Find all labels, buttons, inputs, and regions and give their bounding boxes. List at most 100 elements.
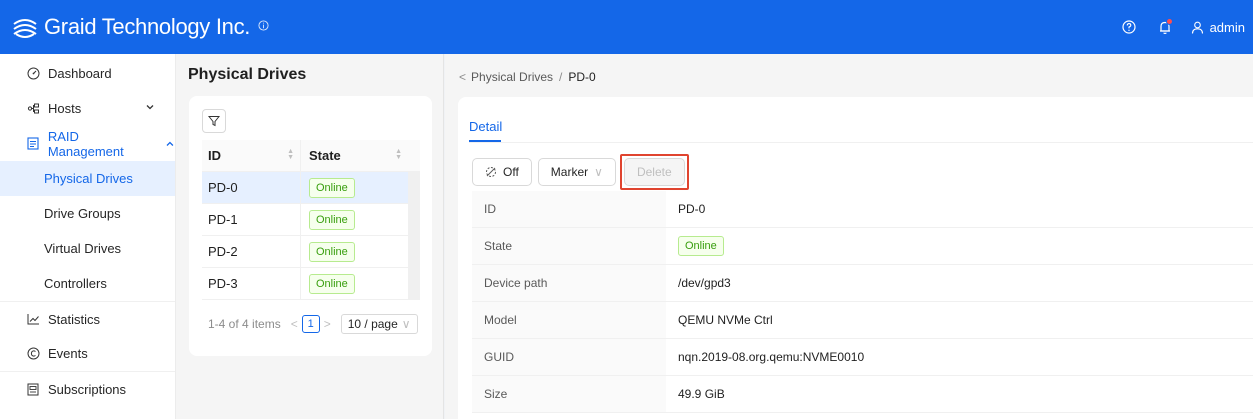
notification-dot <box>1165 18 1173 25</box>
detail-label: Size <box>472 376 666 412</box>
sidebar-item-label: Statistics <box>48 311 101 327</box>
detail-row: Device path /dev/gpd3 <box>472 265 1253 302</box>
status-badge: Online <box>309 177 355 198</box>
detail-value: QEMU NVMe Ctrl <box>678 313 773 327</box>
cell-id: PD-2 <box>208 244 238 259</box>
cell-state: Online <box>300 268 408 299</box>
sidebar-item-raid-management[interactable]: RAID Management <box>0 126 175 161</box>
brand[interactable]: Graid Technology Inc. <box>0 12 269 42</box>
cell-state: Online <box>300 236 408 267</box>
breadcrumb-separator: / <box>559 70 563 84</box>
cell-id: PD-1 <box>208 212 238 227</box>
detail-row: GUID nqn.2019-08.org.qemu:NVME0010 <box>472 339 1253 376</box>
detail-label: GUID <box>472 339 666 375</box>
delete-button[interactable]: Delete <box>623 158 685 186</box>
status-badge: Online <box>309 241 355 262</box>
detail-row: Size 49.9 GiB <box>472 376 1253 413</box>
chevron-down-icon: ∨ <box>594 165 603 179</box>
page-number[interactable]: 1 <box>301 315 320 333</box>
sidebar-item-label: Hosts <box>48 101 82 116</box>
back-icon[interactable]: < <box>459 70 466 84</box>
sidebar-item-label: RAID Management <box>47 128 124 159</box>
cell-state: Online <box>300 204 408 235</box>
raid-icon <box>26 137 40 151</box>
table-row[interactable]: PD-0 Online <box>202 172 420 204</box>
sidebar-item-events[interactable]: Events <box>0 336 175 371</box>
breadcrumb-parent[interactable]: Physical Drives <box>471 70 553 84</box>
detail-row: Model QEMU NVMe Ctrl <box>472 302 1253 339</box>
delete-highlight-box: Delete <box>619 154 689 190</box>
sidebar-item-subscriptions[interactable]: Subscriptions <box>0 371 175 406</box>
sidebar-item-controllers[interactable]: Controllers <box>0 266 175 301</box>
drive-table: ID ▲ ▼ State ▲ ▼ PD-0 Online PD-1 Online P… <box>202 140 420 300</box>
detail-value: PD-0 <box>678 202 706 216</box>
info-icon[interactable] <box>258 20 269 34</box>
table-row[interactable]: PD-1 Online <box>202 204 420 236</box>
chevron-up-icon <box>166 141 174 146</box>
detail-value: 49.9 GiB <box>678 387 725 401</box>
drive-list-card: ID ▲ ▼ State ▲ ▼ PD-0 Online PD-1 Online P… <box>189 96 432 356</box>
button-label: Marker <box>550 165 589 179</box>
filter-icon <box>208 116 220 127</box>
logo-icon <box>13 19 37 38</box>
detail-label: Device path <box>472 265 666 301</box>
bell-icon[interactable] <box>1157 18 1173 35</box>
page-title: Physical Drives <box>188 66 307 83</box>
led-off-button[interactable]: Off <box>472 158 532 186</box>
pagination-summary: 1-4 of 4 items <box>208 317 281 331</box>
detail-label: Model <box>472 302 666 338</box>
events-icon <box>26 347 40 361</box>
chart-icon <box>26 312 40 326</box>
sidebar-item-statistics[interactable]: Statistics <box>0 301 175 336</box>
sidebar-item-label: Virtual Drives <box>44 241 122 256</box>
chevron-down-icon: ∨ <box>401 317 411 331</box>
marker-dropdown[interactable]: Marker ∨ <box>537 158 616 186</box>
button-label: Delete <box>636 165 672 179</box>
sidebar-item-drive-groups[interactable]: Drive Groups <box>0 196 175 231</box>
detail-descriptions: ID PD-0 State Online Device path /dev/gp… <box>472 191 1253 413</box>
sidebar-item-label: Controllers <box>44 276 107 291</box>
status-badge: Online <box>309 273 355 294</box>
next-page-icon[interactable]: > <box>324 317 331 331</box>
brand-name: Graid Technology Inc. <box>44 14 251 39</box>
dashboard-icon <box>26 67 40 81</box>
sidebar-item-label: Events <box>48 346 88 361</box>
table-row[interactable]: PD-2 Online <box>202 236 420 268</box>
sidebar-item-virtual-drives[interactable]: Virtual Drives <box>0 231 175 266</box>
sort-icon[interactable]: ▲ ▼ <box>395 148 402 161</box>
table-scrollbar[interactable] <box>408 172 420 300</box>
tabs-divider <box>469 142 1253 143</box>
table-row[interactable]: PD-3 Online <box>202 268 420 300</box>
detail-card: Detail Off Marker ∨ Delete ID PD-0 State… <box>458 97 1253 419</box>
table-header: ID ▲ ▼ State ▲ ▼ <box>202 140 420 172</box>
user-icon <box>1191 21 1203 34</box>
column-header-id[interactable]: ID ▲ ▼ <box>202 140 300 171</box>
help-icon[interactable] <box>1121 19 1137 35</box>
detail-value: nqn.2019-08.org.qemu:NVME0010 <box>678 350 865 364</box>
detail-label: ID <box>472 191 666 227</box>
filter-button[interactable] <box>202 109 226 133</box>
user-name: admin <box>1209 19 1245 35</box>
status-badge: Online <box>678 236 724 256</box>
sort-icon[interactable]: ▲ ▼ <box>287 148 294 161</box>
hosts-icon <box>26 102 40 116</box>
column-header-state[interactable]: State ▲ ▼ <box>300 140 408 171</box>
sidebar-item-dashboard[interactable]: Dashboard <box>0 56 175 91</box>
sidebar: Dashboard Hosts RAID Management Physical… <box>0 54 176 419</box>
action-toolbar: Off Marker ∨ Delete <box>472 154 689 190</box>
page-size-select[interactable]: 10 / page ∨ <box>340 314 418 334</box>
detail-label: State <box>472 228 666 264</box>
sidebar-item-label: Dashboard <box>48 66 112 81</box>
prev-page-icon[interactable]: < <box>291 317 298 331</box>
detail-row: State Online <box>472 228 1253 265</box>
status-badge: Online <box>309 209 355 230</box>
user-menu[interactable]: admin <box>1191 20 1245 35</box>
top-header: Graid Technology Inc. admin <box>0 0 1253 54</box>
column-label: ID <box>208 148 221 163</box>
sidebar-item-physical-drives[interactable]: Physical Drives <box>0 161 175 196</box>
cell-id: PD-3 <box>208 276 238 291</box>
sidebar-item-hosts[interactable]: Hosts <box>0 91 175 126</box>
detail-row: ID PD-0 <box>472 191 1253 228</box>
cell-state: Online <box>300 172 408 203</box>
tab-detail[interactable]: Detail <box>469 119 502 134</box>
